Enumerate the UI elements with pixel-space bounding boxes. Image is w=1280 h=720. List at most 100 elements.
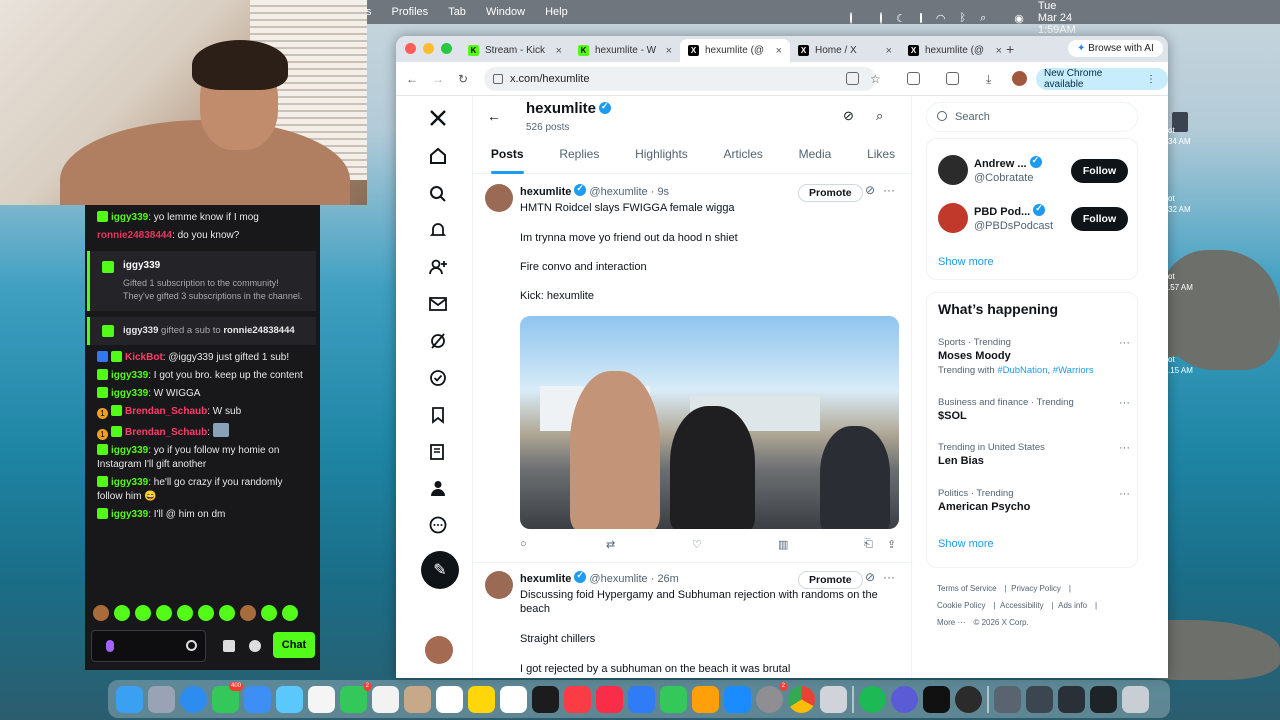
- tweet-handle-time[interactable]: @hexumlite · 26m: [589, 573, 678, 585]
- tweet[interactable]: hexumlite @hexumlite · 26m Promote ⊘ ···…: [473, 563, 913, 678]
- desktop-file-label[interactable]: ot: [1168, 126, 1175, 135]
- tab-hexumlite-kick[interactable]: Khexumlite - W ×: [570, 39, 680, 62]
- recent-window-thumbnail[interactable]: [1026, 685, 1053, 713]
- grok-icon[interactable]: [428, 331, 450, 353]
- safari-icon[interactable]: [180, 685, 207, 713]
- recent-window-thumbnail[interactable]: [1058, 685, 1085, 713]
- close-tab-icon[interactable]: ×: [776, 45, 782, 57]
- extensions-icon[interactable]: [907, 72, 920, 85]
- chat-send-button[interactable]: Chat: [273, 632, 315, 658]
- chat-username[interactable]: iggy339: [111, 370, 148, 381]
- account-avatar[interactable]: [425, 636, 453, 664]
- emote-icon[interactable]: [198, 605, 214, 621]
- emote-icon[interactable]: [282, 605, 298, 621]
- emote-icon[interactable]: [156, 605, 172, 621]
- trend-more-icon[interactable]: ···: [1119, 397, 1130, 409]
- grok-icon[interactable]: ⊘: [865, 183, 875, 197]
- chat-username[interactable]: ronnie24838444: [97, 230, 172, 241]
- follow-button[interactable]: Follow: [1071, 159, 1128, 183]
- emote-icon[interactable]: [261, 605, 277, 621]
- microphone-icon[interactable]: [106, 640, 114, 652]
- bookmark-icon[interactable]: ⎗: [864, 538, 873, 551]
- search-icon[interactable]: ⌕: [876, 108, 883, 124]
- back-arrow-icon[interactable]: ←: [487, 108, 501, 124]
- calendar-icon[interactable]: [372, 685, 399, 713]
- install-app-icon[interactable]: [846, 72, 859, 85]
- show-more-link[interactable]: Show more: [938, 538, 994, 550]
- emote-icon[interactable]: [135, 605, 151, 621]
- trend-more-icon[interactable]: ···: [1119, 488, 1130, 500]
- share-icon[interactable]: ⇪: [887, 538, 896, 551]
- suggestion-name[interactable]: PBD Pod...: [974, 203, 1046, 218]
- messages-envelope-icon[interactable]: [428, 294, 450, 316]
- tab-posts[interactable]: Posts: [490, 140, 524, 174]
- chat-username[interactable]: Brendan_Schaub: [125, 427, 207, 438]
- x-logo-icon[interactable]: [428, 108, 450, 130]
- trend-item[interactable]: Business and finance · Trending $SOL ···: [938, 397, 1130, 422]
- trend-more-icon[interactable]: ···: [1119, 442, 1130, 454]
- freeform-icon[interactable]: [500, 685, 527, 713]
- menu-item-tab[interactable]: Tab: [448, 6, 466, 18]
- follow-add-user-icon[interactable]: [428, 257, 450, 279]
- footer-link-privacy[interactable]: Privacy Policy: [1011, 584, 1061, 593]
- tab-stream-kick[interactable]: K Stream - Kick ×: [460, 39, 570, 62]
- desktop-file-label[interactable]: .15 AM: [1168, 366, 1193, 375]
- reminders-icon[interactable]: [436, 685, 463, 713]
- play-icon[interactable]: [880, 12, 882, 24]
- numbers-icon[interactable]: [660, 685, 687, 713]
- suggestion-avatar[interactable]: [938, 155, 968, 185]
- menu-item-profiles[interactable]: Profiles: [392, 6, 429, 18]
- trash-icon[interactable]: [1122, 685, 1149, 713]
- menu-item-help[interactable]: Help: [545, 6, 568, 18]
- emote-icon[interactable]: [240, 605, 256, 621]
- promote-button[interactable]: Promote: [798, 571, 863, 589]
- facetime-icon[interactable]: 2: [340, 681, 371, 713]
- emote-icon[interactable]: [219, 605, 235, 621]
- desktop-file-label[interactable]: 32 AM: [1168, 205, 1191, 214]
- maps-icon[interactable]: [276, 685, 303, 713]
- system-settings-icon[interactable]: 2: [756, 681, 787, 713]
- sub-card-user[interactable]: iggy339: [123, 259, 306, 273]
- forward-arrow-icon[interactable]: →: [432, 72, 444, 86]
- footer-link-cookies[interactable]: Cookie Policy: [937, 601, 985, 610]
- trend-more-icon[interactable]: ···: [1119, 337, 1130, 349]
- chat-username[interactable]: iggy339: [111, 445, 148, 456]
- notifications-bell-icon[interactable]: [428, 220, 450, 242]
- photos-icon[interactable]: [308, 685, 335, 713]
- wifi-icon[interactable]: ◠: [936, 12, 946, 25]
- tab-home-x[interactable]: X Home / X ×: [790, 39, 900, 62]
- footer-link-accessibility[interactable]: Accessibility: [1000, 601, 1044, 610]
- profile-avatar[interactable]: [1012, 71, 1027, 86]
- maximize-window-button[interactable]: [441, 43, 452, 54]
- recent-window-thumbnail[interactable]: [994, 685, 1021, 713]
- suggestion-handle[interactable]: @PBDsPodcast: [974, 220, 1053, 232]
- emote-icon[interactable]: [93, 605, 109, 621]
- pages-icon[interactable]: [692, 685, 719, 713]
- tab-replies[interactable]: Replies: [559, 140, 599, 173]
- trend-item[interactable]: Sports · Trending Moses Moody Trending w…: [938, 337, 1130, 376]
- tweet-author[interactable]: hexumlite: [520, 573, 571, 585]
- settings-gear-icon[interactable]: [249, 640, 261, 652]
- search-input[interactable]: Search: [926, 102, 1138, 132]
- keynote-icon[interactable]: [628, 685, 655, 713]
- desktop-file-label[interactable]: ot: [1168, 355, 1175, 364]
- side-panel-icon[interactable]: [946, 72, 959, 85]
- footer-link-terms[interactable]: Terms of Service: [937, 584, 997, 593]
- desktop-file-label[interactable]: ot: [1168, 272, 1175, 281]
- reload-icon[interactable]: ↻: [458, 72, 468, 86]
- suggestion-name[interactable]: Andrew ...: [974, 155, 1042, 170]
- emote-icon[interactable]: [114, 605, 130, 621]
- more-options-icon[interactable]: ···: [883, 183, 895, 197]
- launchpad-icon[interactable]: [148, 685, 175, 713]
- mail-icon[interactable]: [244, 685, 271, 713]
- hashtag-link[interactable]: #Warriors: [1053, 365, 1094, 376]
- siri-icon[interactable]: ◉: [1014, 12, 1024, 25]
- footer-link-ads-info[interactable]: Ads info: [1058, 601, 1087, 610]
- tweet-video[interactable]: [520, 316, 899, 529]
- more-circle-icon[interactable]: [428, 515, 450, 537]
- download-icon[interactable]: ⤓: [986, 72, 991, 87]
- close-tab-icon[interactable]: ×: [556, 45, 562, 57]
- hashtag-link[interactable]: #DubNation: [997, 365, 1047, 376]
- reply-icon[interactable]: ○: [520, 538, 527, 550]
- tweet-avatar[interactable]: [485, 184, 513, 212]
